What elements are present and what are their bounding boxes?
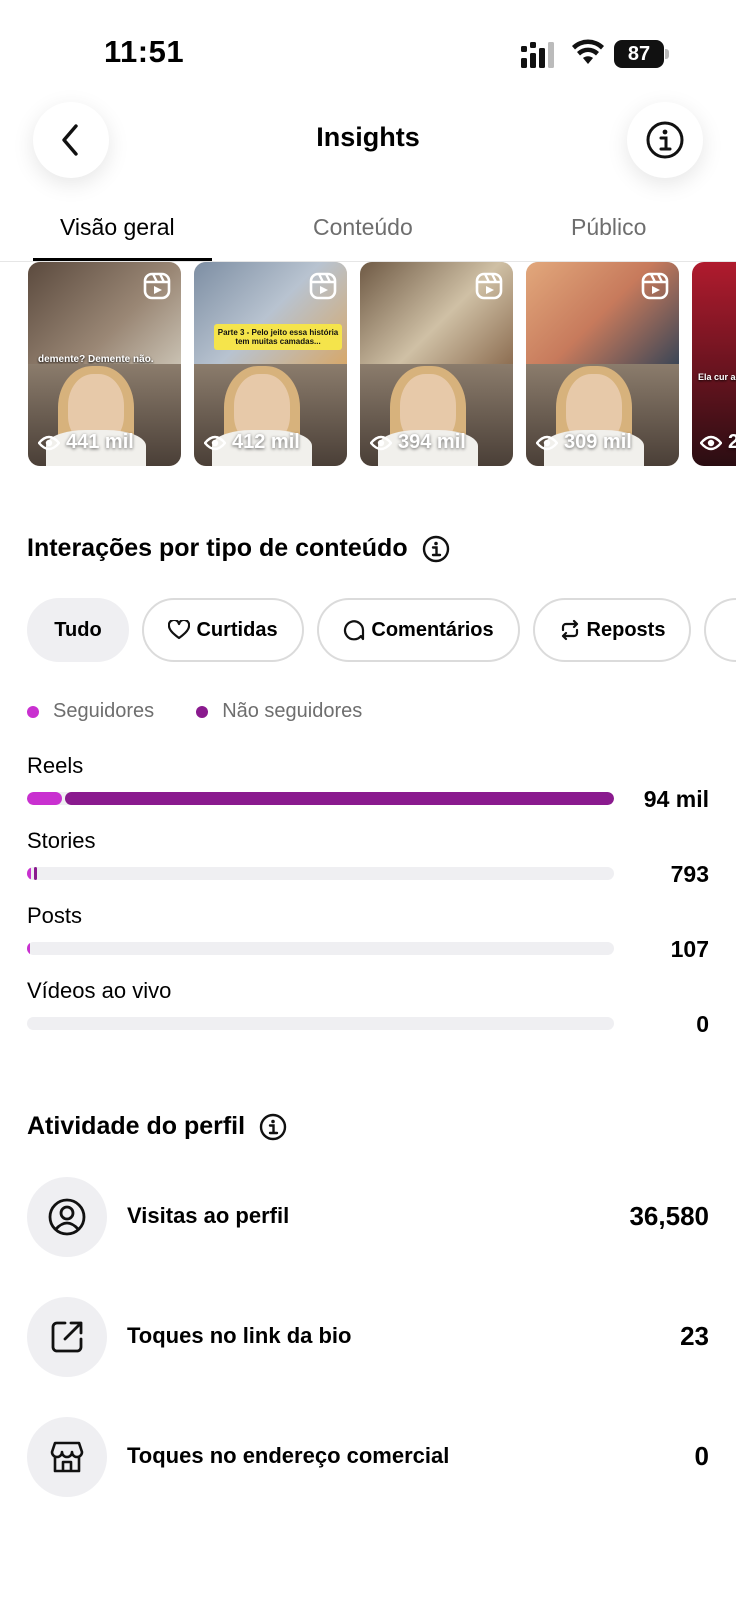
activity-value: 0	[694, 1441, 709, 1471]
thumbnail-views: 441 mil	[66, 431, 134, 453]
info-icon[interactable]	[259, 1113, 287, 1141]
reel-thumbnail[interactable]: Parte 3 - Pelo jeito essa história tem m…	[194, 262, 347, 466]
chip-label: Curtidas	[196, 618, 278, 641]
chart-legend: Seguidores Não seguidores	[27, 700, 362, 723]
chip-likes[interactable]: Curtidas	[142, 598, 304, 662]
thumbnail-views: 2	[728, 431, 736, 453]
bar-followers-posts	[27, 942, 30, 955]
legend-label-non-followers: Não seguidores	[222, 700, 363, 722]
heart-icon	[168, 620, 191, 640]
row-value-reels: 94 mil	[643, 786, 709, 812]
row-value-stories: 793	[670, 861, 709, 887]
interaction-filter-chips: Tudo Curtidas Comentários Reposts	[27, 598, 736, 664]
reels-icon	[309, 272, 337, 300]
status-time: 11:51	[104, 34, 185, 69]
tab-bar: Visão geral Conteúdo Público	[0, 204, 736, 262]
tab-overview[interactable]: Visão geral	[60, 214, 175, 241]
legend-label-followers: Seguidores	[53, 700, 155, 722]
row-label-posts: Posts	[27, 903, 83, 928]
reels-icon	[143, 272, 171, 300]
activity-row-profile-visits[interactable]: Visitas ao perfil 36,580	[27, 1177, 709, 1257]
battery-icon: 87	[614, 40, 670, 68]
section-heading: Interações por tipo de conteúdo	[27, 534, 408, 562]
thumbnail-caption: Parte 3 - Pelo jeito essa história tem m…	[214, 324, 342, 350]
bar-followers-reels	[27, 792, 63, 805]
bar-track-posts	[27, 942, 614, 955]
reel-thumbnail[interactable]: 309 mil	[526, 262, 679, 466]
interactions-section-title: Interações por tipo de conteúdo	[27, 534, 450, 563]
tab-content[interactable]: Conteúdo	[313, 214, 413, 241]
reel-thumbnail[interactable]: Ela cur acabou per 2	[692, 262, 736, 466]
bar-non-followers-stories	[33, 867, 37, 880]
cellular-signal-icon	[521, 42, 554, 68]
row-label-stories: Stories	[27, 828, 96, 853]
row-label-reels: Reels	[27, 753, 84, 778]
thumbnail-views: 412 mil	[232, 431, 300, 453]
info-icon[interactable]	[422, 535, 450, 563]
row-label-live: Vídeos ao vivo	[27, 978, 172, 1003]
activity-value: 36,580	[629, 1201, 709, 1231]
chip-all[interactable]: Tudo	[27, 598, 129, 662]
chip-label: Reposts	[586, 618, 666, 641]
user-circle-icon	[27, 1177, 107, 1257]
legend-dot-non-followers	[196, 705, 209, 718]
chip-comments[interactable]: Comentários	[317, 598, 520, 662]
eye-icon	[536, 435, 558, 450]
status-bar: 11:51 87	[0, 0, 736, 100]
activity-label: Toques no link da bio	[127, 1323, 352, 1348]
page-title: Insights	[316, 122, 420, 152]
activity-row-bio-link-taps[interactable]: Toques no link da bio 23	[27, 1297, 709, 1377]
bar-followers-stories	[27, 867, 31, 880]
comment-icon	[344, 620, 365, 641]
activity-row-address-taps[interactable]: Toques no endereço comercial 0	[27, 1417, 709, 1497]
info-button[interactable]	[627, 102, 703, 178]
legend-dot-followers	[27, 705, 39, 718]
thumbnail-views: 309 mil	[564, 431, 632, 453]
eye-icon	[700, 435, 722, 450]
thumbnail-caption: Ela cur acabou per	[698, 372, 736, 382]
chip-label: Tudo	[54, 618, 102, 641]
chip-more[interactable]	[704, 598, 736, 662]
wifi-icon	[572, 39, 604, 64]
reel-thumbnail[interactable]: 394 mil	[360, 262, 513, 466]
thumbnail-views: 394 mil	[398, 431, 466, 453]
bar-track-stories	[27, 867, 614, 880]
chip-label: Comentários	[371, 618, 494, 641]
top-content-carousel: demente? Demente não. Estou 441 mil Part…	[28, 262, 736, 466]
repost-icon	[561, 619, 578, 641]
eye-icon	[370, 435, 392, 450]
eye-icon	[204, 435, 226, 450]
row-value-posts: 107	[670, 936, 709, 962]
reels-icon	[641, 272, 669, 300]
activity-label: Toques no endereço comercial	[127, 1443, 450, 1468]
storefront-icon	[27, 1417, 107, 1497]
tab-audience[interactable]: Público	[571, 214, 646, 241]
reels-icon	[475, 272, 503, 300]
external-link-icon	[27, 1297, 107, 1377]
row-value-live: 0	[696, 1011, 709, 1037]
bar-track-live	[27, 1017, 614, 1030]
active-tab-indicator	[33, 258, 212, 261]
reel-thumbnail[interactable]: demente? Demente não. Estou 441 mil	[28, 262, 181, 466]
battery-level: 87	[614, 40, 664, 68]
activity-value: 23	[680, 1321, 709, 1351]
bar-non-followers-reels	[65, 792, 614, 805]
bar-track-reels	[27, 792, 614, 805]
activity-label: Visitas ao perfil	[127, 1203, 290, 1228]
section-heading: Atividade do perfil	[27, 1112, 246, 1140]
profile-activity-section-title: Atividade do perfil	[27, 1112, 287, 1141]
chip-reposts[interactable]: Reposts	[533, 598, 691, 662]
eye-icon	[38, 435, 60, 450]
info-icon	[646, 121, 684, 159]
